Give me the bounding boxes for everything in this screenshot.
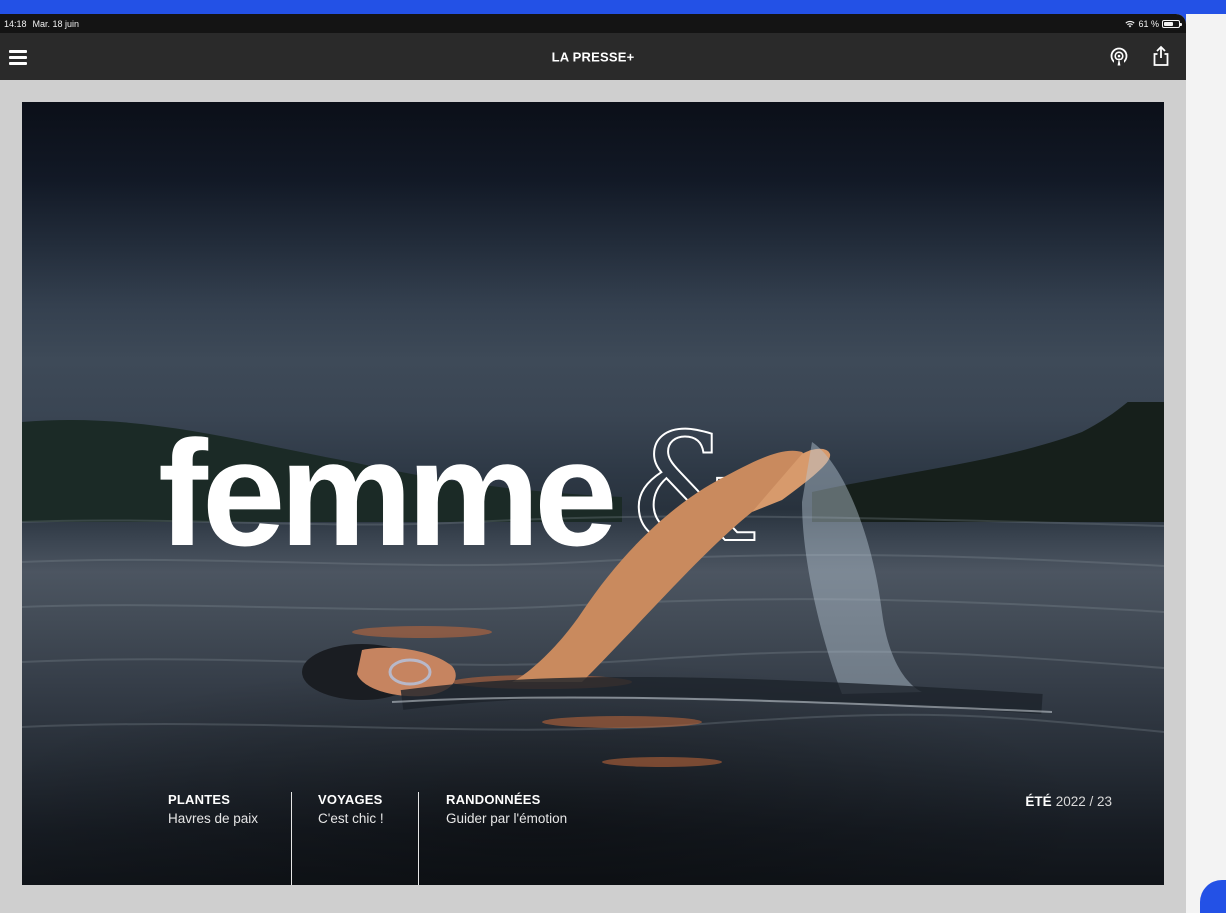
content-area: femme & PLANTES Havres de paix VOYAGES C… [0, 80, 1186, 913]
section-subtitle: C'est chic ! [318, 811, 384, 826]
section-divider [291, 792, 292, 885]
battery-percent: 61 % [1138, 18, 1159, 29]
season-label: ÉTÉ [1025, 794, 1052, 809]
section-voyages[interactable]: VOYAGES C'est chic ! [318, 792, 384, 826]
section-randonnees[interactable]: RANDONNÉES Guider par l'émotion [446, 792, 567, 826]
battery-level [1164, 21, 1173, 26]
cover-sections: PLANTES Havres de paix VOYAGES C'est chi… [22, 792, 1164, 885]
side-margin [1186, 14, 1226, 913]
wifi-icon [1125, 20, 1136, 27]
battery-icon [1162, 19, 1182, 28]
status-bar: 14:18 Mar. 18 juin 61 % [0, 14, 1186, 33]
app-screen: 14:18 Mar. 18 juin 61 % LA PRESSE+ femme… [0, 14, 1186, 913]
podcast-icon[interactable] [1108, 46, 1130, 68]
share-icon[interactable] [1150, 45, 1172, 67]
app-bar: LA PRESSE+ [0, 33, 1186, 80]
status-time: 14:18 [4, 18, 27, 29]
app-title: LA PRESSE+ [551, 49, 635, 64]
section-subtitle: Havres de paix [168, 811, 259, 826]
section-plantes[interactable]: PLANTES Havres de paix [168, 792, 258, 826]
status-date: Mar. 18 juin [32, 18, 80, 29]
section-subtitle: Guider par l'émotion [446, 811, 568, 826]
issue-season: ÉTÉ 2022 / 23 [1025, 794, 1112, 809]
section-category: VOYAGES [318, 792, 383, 807]
section-category: RANDONNÉES [446, 792, 541, 807]
hamburger-menu-icon[interactable] [9, 50, 27, 66]
magazine-cover[interactable]: femme & PLANTES Havres de paix VOYAGES C… [22, 102, 1164, 885]
section-category: PLANTES [168, 792, 231, 807]
status-indicators: 61 % [1125, 19, 1182, 29]
season-year: 2022 / 23 [1055, 794, 1112, 809]
section-divider [418, 792, 419, 885]
swimmer-illustration [302, 442, 1053, 714]
